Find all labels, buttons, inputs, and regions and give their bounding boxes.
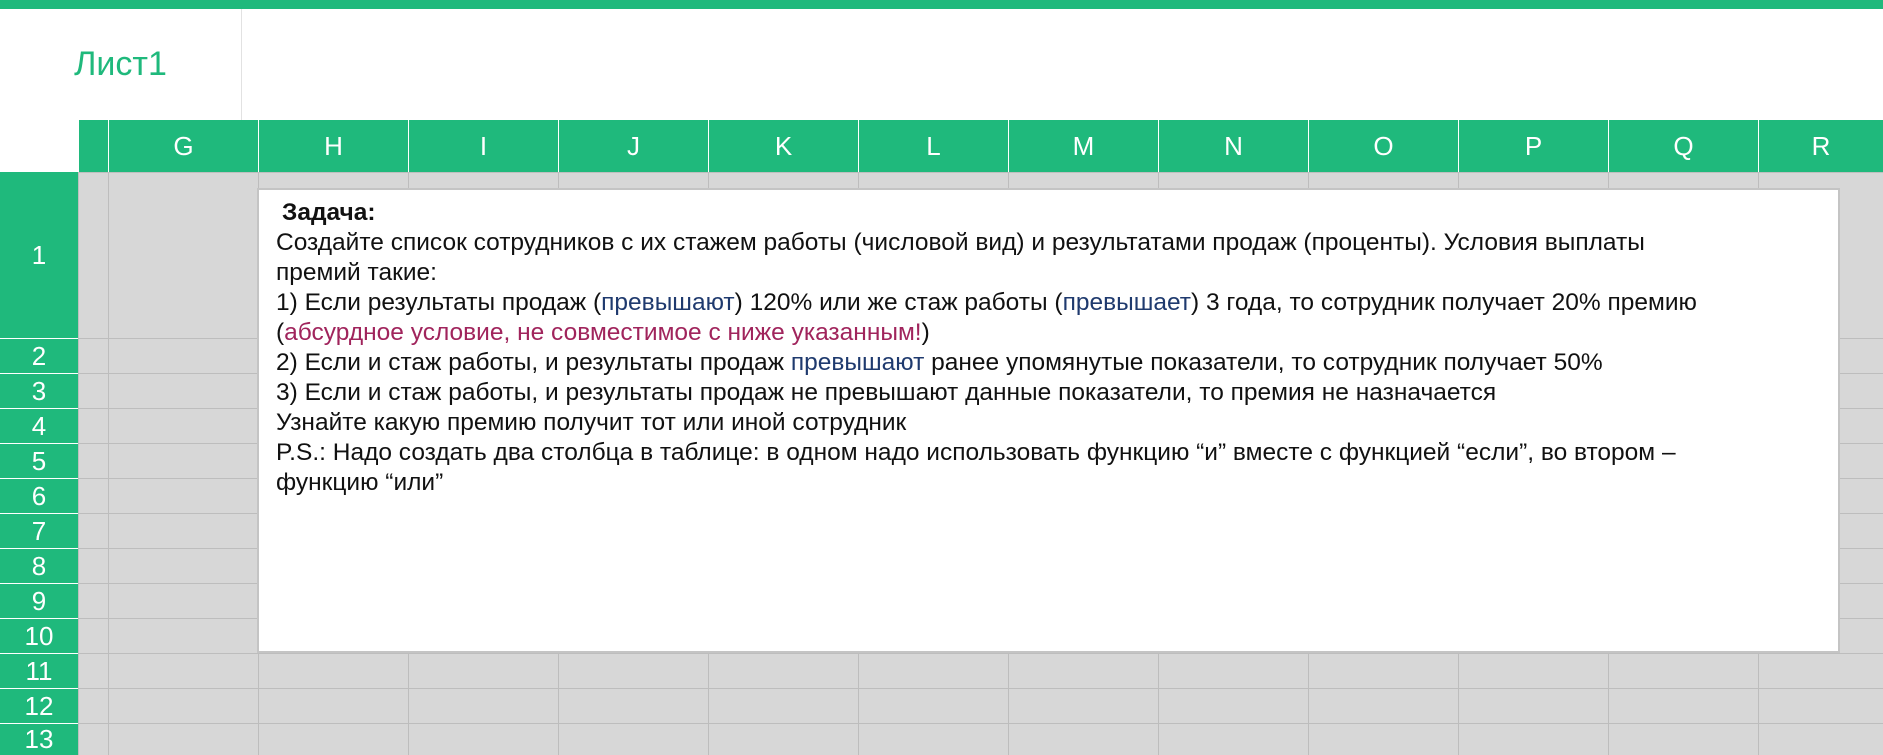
highlighted-word: превышает [1062,289,1192,316]
task-text-fragment: ранее упомянутые показатели, то сотрудни… [924,349,1603,376]
column-header[interactable]: Q [1608,120,1758,172]
row-header[interactable]: 6 [0,478,78,513]
task-text-fragment: ) 3 года, то сотрудник получает 20% прем… [1191,289,1697,316]
task-text-line: Узнайте какую премию получит тот или ино… [276,409,907,436]
sheet-tab-label: Лист1 [74,45,167,83]
task-text-line: Создайте список сотрудников с их стажем … [276,229,1645,256]
column-header[interactable]: K [708,120,858,172]
task-condition-1-note: (абсурдное условие, не совместимое с ниж… [276,318,1822,348]
task-text-fragment: ) [921,319,930,346]
row-header[interactable]: 12 [0,688,78,723]
row-header[interactable]: 3 [0,373,78,408]
task-text-fragment: 1) Если результаты продаж ( [276,289,602,316]
sheet-tab-bar [0,9,1883,120]
row-header[interactable]: 4 [0,408,78,443]
highlighted-note: абсурдное условие, не совместимое с ниже… [284,319,922,346]
row-header[interactable]: 11 [0,653,78,688]
task-text-fragment: ) 120% или же стаж работы ( [734,289,1063,316]
task-text-line: P.S.: Надо создать два столбца в таблице… [276,439,1676,466]
column-header[interactable]: P [1458,120,1608,172]
highlighted-word: превышают [601,289,735,316]
highlighted-word: превышают [790,349,925,376]
task-text-line: премий такие: [276,259,437,286]
task-text-fragment: ( [276,319,285,346]
column-header[interactable]: O [1308,120,1458,172]
sheet-tab-list1[interactable]: Лист1 [0,9,242,120]
row-header[interactable]: 2 [0,338,78,373]
task-text-fragment: 2) Если и стаж работы, и результаты прод… [276,349,791,376]
row-header[interactable]: 9 [0,583,78,618]
row-header[interactable]: 1 [0,172,78,338]
column-header[interactable]: J [558,120,708,172]
column-header[interactable]: G [108,120,258,172]
task-condition-1: 1) Если результаты продаж (превышают) 12… [276,288,1822,318]
column-header[interactable]: L [858,120,1008,172]
select-all-corner[interactable] [0,120,78,173]
top-accent-bar [0,0,1883,9]
row-header[interactable]: 10 [0,618,78,653]
row-header[interactable]: 8 [0,548,78,583]
column-header-bar: G H I J K L M N O P Q R [78,120,1883,172]
row-header[interactable]: 5 [0,443,78,478]
column-header[interactable]: M [1008,120,1158,172]
column-header[interactable]: N [1158,120,1308,172]
task-text-line: функцию “или” [276,469,444,496]
row-header-bar: 1 2 3 4 5 6 7 8 9 10 11 12 13 [0,172,78,755]
row-header[interactable]: 7 [0,513,78,548]
row-header[interactable]: 13 [0,723,78,755]
task-text-box[interactable]: Задача: Создайте список сотрудников с их… [257,188,1840,653]
task-title: Задача: [282,199,376,226]
column-header[interactable]: I [408,120,558,172]
task-condition-3: 3) Если и стаж работы, и результаты прод… [276,379,1497,406]
column-header[interactable]: H [258,120,408,172]
task-condition-2: 2) Если и стаж работы, и результаты прод… [276,348,1822,378]
column-header-f[interactable] [78,120,108,172]
column-header[interactable]: R [1758,120,1883,172]
